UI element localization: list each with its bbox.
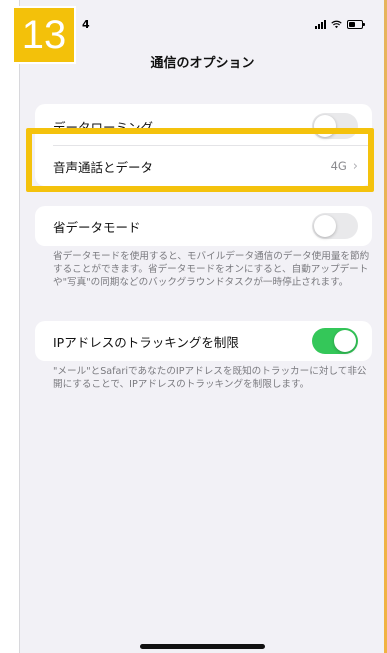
ip-tracking-label: IPアドレスのトラッキングを制限 xyxy=(53,334,239,350)
ip-tracking-group: IPアドレスのトラッキングを制限 xyxy=(35,321,372,361)
battery-icon xyxy=(347,20,365,29)
step-number-badge: 13 xyxy=(12,6,76,64)
cellular-signal-icon xyxy=(315,20,326,29)
highlight-box xyxy=(26,128,374,192)
status-icons xyxy=(315,20,365,29)
phone-screen: 4 通信のオプション データローミング 音声通話とデータ 4G › 省データモー… xyxy=(19,0,386,653)
outer-background-left xyxy=(0,0,20,653)
low-data-mode-label: 省データモード xyxy=(53,219,141,235)
ip-tracking-footnote: "メール"とSafariであなたのIPアドレスを既知のトラッカーに対して非公開に… xyxy=(53,366,367,390)
ip-tracking-toggle[interactable] xyxy=(312,328,358,354)
status-time: 4 xyxy=(82,18,90,31)
low-data-mode-footnote: 省データモードを使用すると、モバイルデータ通信のデータ使用量を節約することができ… xyxy=(53,251,370,288)
ip-tracking-row: IPアドレスのトラッキングを制限 xyxy=(35,321,372,361)
low-data-mode-toggle[interactable] xyxy=(312,213,358,239)
low-data-mode-row: 省データモード xyxy=(35,206,372,246)
wifi-icon xyxy=(331,20,342,29)
home-indicator xyxy=(140,644,265,649)
low-data-mode-group: 省データモード xyxy=(35,206,372,246)
